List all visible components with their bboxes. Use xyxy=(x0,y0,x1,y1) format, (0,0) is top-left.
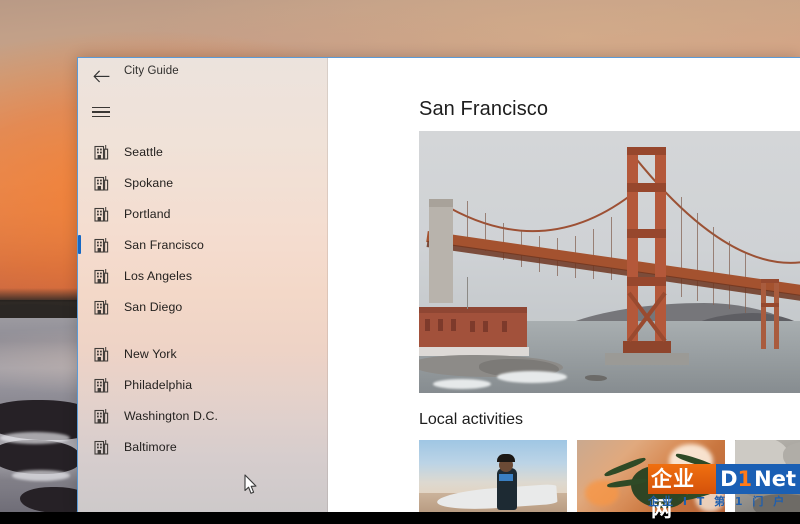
sidebar-item-label: Philadelphia xyxy=(124,377,193,392)
wallpaper-foam xyxy=(12,470,70,481)
sidebar-item-san-diego[interactable]: San Diego xyxy=(78,291,328,322)
wallpaper-foam xyxy=(0,432,70,444)
thumb-wetsuit-stripe xyxy=(499,474,513,481)
sidebar-group-separator xyxy=(78,322,328,338)
hero-shore-rocks xyxy=(585,375,607,381)
mouse-cursor xyxy=(244,474,258,495)
thumbnail-surfer[interactable] xyxy=(419,440,567,512)
hero-hanger xyxy=(713,227,714,305)
watermark-chinese-name: 企业网 xyxy=(648,464,717,521)
sidebar-item-philadelphia[interactable]: Philadelphia xyxy=(78,369,328,400)
city-building-icon xyxy=(88,204,114,224)
back-arrow-icon[interactable] xyxy=(86,62,116,90)
sidebar-item-baltimore[interactable]: Baltimore xyxy=(78,431,328,462)
city-building-icon xyxy=(88,375,114,395)
sidebar-item-label: San Francisco xyxy=(124,237,204,252)
sidebar-item-san-francisco[interactable]: San Francisco xyxy=(78,229,328,260)
sidebar-item-los-angeles[interactable]: Los Angeles xyxy=(78,260,328,291)
sidebar-item-new-york[interactable]: New York xyxy=(78,338,328,369)
city-building-icon xyxy=(88,437,114,457)
hero-tower-pier xyxy=(605,353,689,365)
hamburger-line xyxy=(92,111,110,113)
city-building-icon xyxy=(88,344,114,364)
navigation-sidebar: City Guide Seattle Spokane Portland San Fra… xyxy=(78,58,328,512)
hero-hanger xyxy=(467,201,468,241)
section-title-local-activities: Local activities xyxy=(419,411,524,428)
sidebar-item-label: Portland xyxy=(124,206,171,221)
hero-image-golden-gate-bridge xyxy=(419,131,800,393)
thumb-surfer-hair xyxy=(497,454,515,462)
app-title: City Guide xyxy=(124,65,179,77)
hero-fort-window xyxy=(502,321,507,332)
sidebar-item-spokane[interactable]: Spokane xyxy=(78,167,328,198)
sidebar-item-portland[interactable]: Portland xyxy=(78,198,328,229)
hero-anchorage xyxy=(429,199,453,303)
sidebar-item-washington-d-c[interactable]: Washington D.C. xyxy=(78,400,328,431)
hero-foam xyxy=(497,371,567,383)
sidebar-item-label: Washington D.C. xyxy=(124,408,218,423)
hero-fort-window xyxy=(425,319,430,331)
hero-fort-window xyxy=(438,319,443,331)
hero-foam xyxy=(433,379,491,389)
hero-tower-brace xyxy=(627,291,667,343)
window-title-row: City Guide xyxy=(78,58,328,94)
hamburger-line xyxy=(92,115,110,118)
watermark-brand-d: D1 xyxy=(716,464,755,494)
hero-fort-window xyxy=(470,321,475,332)
watermark-subtitle: 企业 I T 第 1 门 户 xyxy=(648,495,788,508)
watermark-d-letter: D xyxy=(720,467,738,491)
hero-far-tower-crossbeam xyxy=(761,279,779,283)
hero-tower-crossbeam xyxy=(627,147,666,155)
hero-far-tower-leg xyxy=(761,279,766,349)
sidebar-item-label: San Diego xyxy=(124,299,183,314)
wallpaper-rock xyxy=(0,440,80,474)
hero-tower-crossbeam xyxy=(627,183,666,192)
sidebar-item-label: New York xyxy=(124,346,177,361)
sidebar-item-label: Seattle xyxy=(124,144,163,159)
city-building-icon xyxy=(88,406,114,426)
hero-far-tower-leg xyxy=(774,279,779,349)
hero-flagpole xyxy=(467,277,468,309)
hero-fort-window xyxy=(483,321,488,332)
hero-hanger xyxy=(697,213,698,301)
selection-indicator xyxy=(78,235,81,254)
sidebar-item-seattle[interactable]: Seattle xyxy=(78,136,328,167)
watermark-one-digit: 1 xyxy=(737,467,753,491)
watermark-d1net: 企业网 D1 Net 企业 I T 第 1 门 户 xyxy=(648,464,800,521)
city-guide-window: City Guide Seattle Spokane Portland San Fra… xyxy=(77,57,800,512)
city-building-icon xyxy=(88,142,114,162)
sidebar-nav-list: Seattle Spokane Portland San Francisco Los A… xyxy=(78,136,328,462)
content-pane: San Francisco Local activities xyxy=(329,58,800,512)
city-building-icon xyxy=(88,297,114,317)
sidebar-item-label: Baltimore xyxy=(124,439,177,454)
hero-fort-roof xyxy=(419,307,527,313)
city-building-icon xyxy=(88,235,114,255)
watermark-logo-row: 企业网 D1 Net xyxy=(648,464,800,521)
sidebar-item-label: Spokane xyxy=(124,175,174,190)
hero-fort-window xyxy=(451,319,456,331)
page-title: San Francisco xyxy=(419,98,549,120)
watermark-brand-net: Net xyxy=(754,464,800,494)
city-building-icon xyxy=(88,266,114,286)
city-building-icon xyxy=(88,173,114,193)
hamburger-menu-icon[interactable] xyxy=(86,98,120,126)
hero-tower-crossbeam xyxy=(627,277,666,286)
hero-anchorage-cap xyxy=(429,199,453,207)
sidebar-item-label: Los Angeles xyxy=(124,268,193,283)
hero-far-tower-crossbeam xyxy=(761,303,779,307)
hero-tower-crossbeam xyxy=(627,229,666,238)
hamburger-line xyxy=(92,106,110,109)
